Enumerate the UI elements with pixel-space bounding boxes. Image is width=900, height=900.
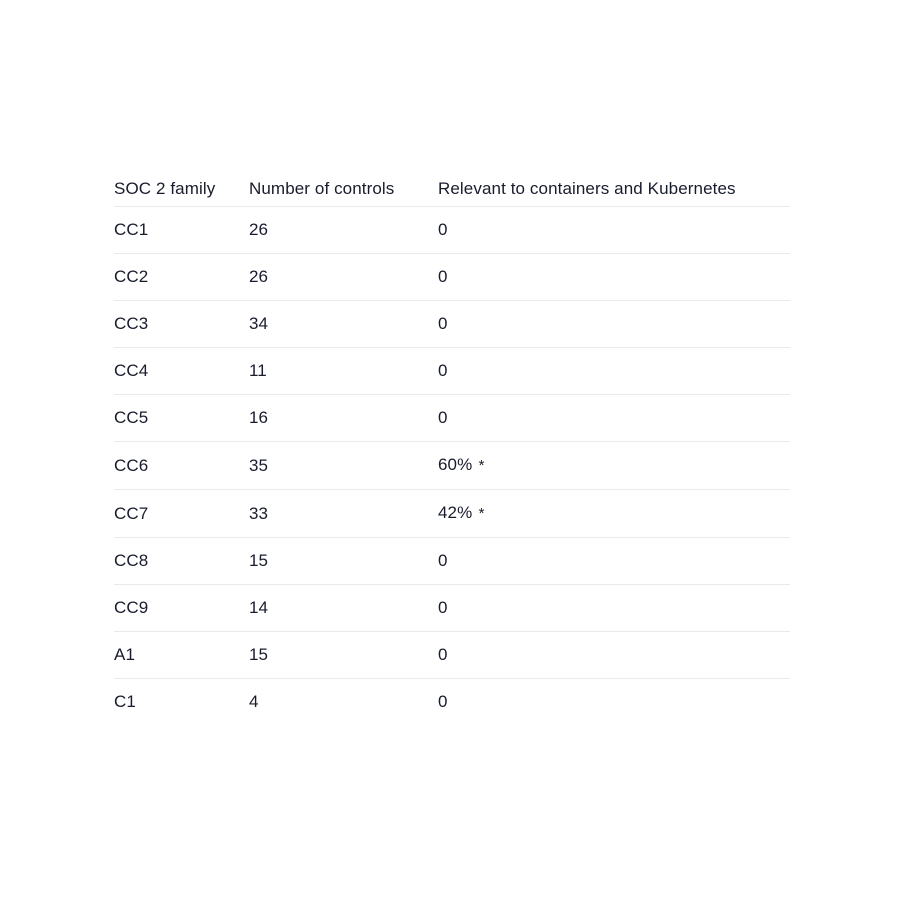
cell-number-of-controls: 26 — [249, 220, 269, 239]
column-header-soc2-family: SOC 2 family — [114, 179, 216, 198]
cell-number-of-controls: 16 — [249, 408, 269, 427]
cell-relevant-to-containers-and-kubernetes: 0 — [438, 408, 448, 427]
soc2-table-container: SOC 2 family Number of controls Relevant… — [114, 172, 790, 725]
table-row: CC4 11 0 — [114, 347, 790, 395]
cell-soc2-family: CC3 — [114, 314, 149, 333]
column-header-number-of-controls: Number of controls — [249, 179, 395, 198]
table-row: CC1 26 0 — [114, 206, 790, 254]
cell-soc2-family: CC2 — [114, 267, 149, 286]
page-canvas: SOC 2 family Number of controls Relevant… — [0, 0, 900, 900]
soc2-controls-table: SOC 2 family Number of controls Relevant… — [114, 172, 790, 725]
cell-relevant-to-containers-and-kubernetes: 0 — [438, 645, 448, 664]
table-row: CC3 34 0 — [114, 300, 790, 348]
table-row: CC9 14 0 — [114, 584, 790, 632]
cell-soc2-family: CC9 — [114, 598, 149, 617]
table-row: A1 15 0 — [114, 631, 790, 679]
cell-soc2-family: CC7 — [114, 503, 149, 523]
table-row: C1 4 0 — [114, 678, 790, 726]
table-header-row: SOC 2 family Number of controls Relevant… — [114, 172, 790, 207]
cell-relevant-to-containers-and-kubernetes: 60% * — [438, 455, 485, 474]
cell-relevant-to-containers-and-kubernetes: 0 — [438, 314, 448, 333]
cell-relevant-to-containers-and-kubernetes: 0 — [438, 692, 448, 711]
table-body: CC1 26 0 CC2 26 0 CC3 34 0 CC4 11 0 CC5 16 0 CC6 35 60% *… — [114, 206, 790, 726]
table-row: CC8 15 0 — [114, 537, 790, 585]
cell-relevant-to-containers-and-kubernetes: 0 — [438, 220, 448, 239]
cell-number-of-controls: 34 — [249, 314, 269, 333]
cell-relevant-to-containers-and-kubernetes: 0 — [438, 598, 448, 617]
cell-number-of-controls: 35 — [249, 455, 269, 475]
cell-soc2-family: A1 — [114, 645, 135, 664]
table-row: CC6 35 60% * — [114, 441, 790, 490]
cell-soc2-family: CC4 — [114, 361, 149, 380]
table-header: SOC 2 family Number of controls Relevant… — [114, 172, 790, 207]
cell-relevant-to-containers-and-kubernetes: 0 — [438, 361, 448, 380]
table-row: CC7 33 42% * — [114, 489, 790, 538]
cell-relevant-to-containers-and-kubernetes: 42% * — [438, 503, 485, 522]
cell-soc2-family: CC5 — [114, 408, 149, 427]
cell-number-of-controls: 26 — [249, 267, 269, 286]
footnote-asterisk: * — [474, 457, 485, 474]
cell-number-of-controls: 14 — [249, 598, 269, 617]
column-header-relevant-to-containers-and-kubernetes: Relevant to containers and Kubernetes — [438, 179, 736, 198]
cell-number-of-controls: 15 — [249, 645, 269, 664]
cell-soc2-family: CC1 — [114, 220, 149, 239]
cell-relevant-to-containers-and-kubernetes: 0 — [438, 551, 448, 570]
cell-number-of-controls: 4 — [249, 692, 259, 711]
footnote-asterisk: * — [474, 505, 485, 522]
table-row: CC2 26 0 — [114, 253, 790, 301]
cell-soc2-family: C1 — [114, 692, 136, 711]
cell-relevant-to-containers-and-kubernetes: 0 — [438, 267, 448, 286]
cell-soc2-family: CC6 — [114, 455, 149, 475]
cell-soc2-family: CC8 — [114, 551, 149, 570]
cell-number-of-controls: 33 — [249, 503, 269, 523]
cell-number-of-controls: 11 — [249, 361, 267, 380]
cell-number-of-controls: 15 — [249, 551, 269, 570]
table-row: CC5 16 0 — [114, 394, 790, 442]
